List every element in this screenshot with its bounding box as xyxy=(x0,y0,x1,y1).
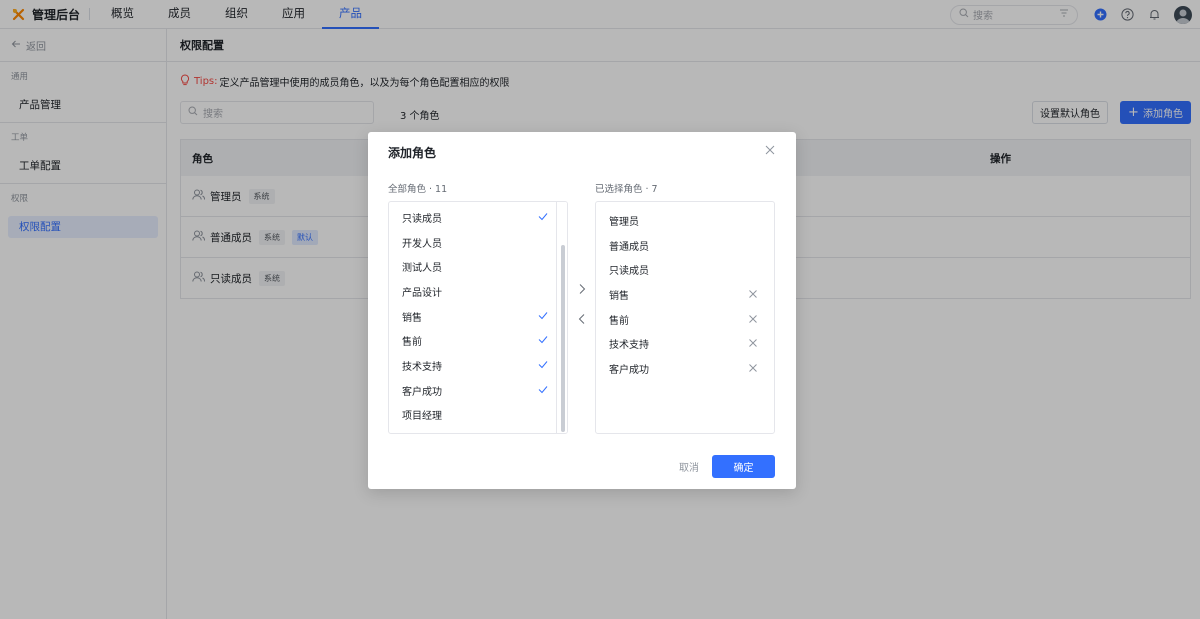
check-icon xyxy=(538,335,548,347)
check-icon xyxy=(538,385,548,397)
cancel-button[interactable]: 取消 xyxy=(673,456,705,476)
list-item: 销售 xyxy=(596,282,774,307)
list-item: 售前 xyxy=(596,307,774,332)
role-option-label: 售前 xyxy=(402,337,422,349)
role-option-label: 项目经理 xyxy=(402,411,442,423)
role-option-label: 客户成功 xyxy=(402,386,442,398)
selected-role-label: 只读成员 xyxy=(609,266,649,278)
selected-roles-title: 已选择角色 · 7 xyxy=(595,184,658,195)
list-item: 客户成功 xyxy=(596,356,774,381)
role-option-label: 销售 xyxy=(402,312,422,324)
remove-icon[interactable] xyxy=(748,314,758,327)
list-item: 管理员 xyxy=(596,208,774,233)
list-item[interactable]: 技术支持 xyxy=(389,353,567,378)
list-item[interactable]: 项目经理 xyxy=(389,403,567,428)
selected-role-label: 售前 xyxy=(609,315,629,327)
check-icon xyxy=(538,212,548,224)
list-item: 普通成员 xyxy=(596,233,774,258)
remove-icon[interactable] xyxy=(748,289,758,302)
list-item[interactable]: 开发人员 xyxy=(389,230,567,255)
scrollbar[interactable] xyxy=(556,202,567,433)
selected-role-label: 客户成功 xyxy=(609,364,649,376)
selected-role-label: 普通成员 xyxy=(609,241,649,253)
role-option-label: 测试人员 xyxy=(402,263,442,275)
selected-roles-list: 管理员 普通成员 只读成员 销售 售前 技术支持 客户成功 xyxy=(595,201,775,434)
list-item[interactable]: 客户成功 xyxy=(389,378,567,403)
move-left-icon[interactable] xyxy=(576,313,588,325)
selected-role-label: 技术支持 xyxy=(609,340,649,352)
check-icon xyxy=(538,311,548,323)
all-roles-title: 全部角色 · 11 xyxy=(388,184,448,195)
list-item[interactable]: 产品设计 xyxy=(389,279,567,304)
move-right-icon[interactable] xyxy=(576,283,588,295)
remove-icon[interactable] xyxy=(748,363,758,376)
add-role-dialog: 添加角色 全部角色 · 11 已选择角色 · 7 只读成员 开发人员 测试人员 … xyxy=(368,132,796,489)
list-item: 只读成员 xyxy=(596,257,774,282)
scrollbar-thumb[interactable] xyxy=(561,245,565,432)
role-option-label: 技术支持 xyxy=(402,361,442,373)
list-item[interactable]: 售前 xyxy=(389,328,567,353)
list-item[interactable]: 只读成员 xyxy=(389,205,567,230)
check-icon xyxy=(538,360,548,372)
role-option-label: 开发人员 xyxy=(402,238,442,250)
close-icon[interactable] xyxy=(764,144,776,156)
role-option-label: 产品设计 xyxy=(402,287,442,299)
confirm-button[interactable]: 确定 xyxy=(712,455,775,478)
list-item: 技术支持 xyxy=(596,331,774,356)
role-option-label: 只读成员 xyxy=(402,213,442,225)
remove-icon[interactable] xyxy=(748,338,758,351)
dialog-title: 添加角色 xyxy=(388,146,437,160)
selected-role-label: 销售 xyxy=(609,290,629,302)
list-item[interactable]: 销售 xyxy=(389,304,567,329)
selected-role-label: 管理员 xyxy=(609,216,639,228)
all-roles-list: 只读成员 开发人员 测试人员 产品设计 销售 售前 技术支持 客户成功 项目经理 xyxy=(388,201,568,434)
list-item[interactable]: 测试人员 xyxy=(389,254,567,279)
